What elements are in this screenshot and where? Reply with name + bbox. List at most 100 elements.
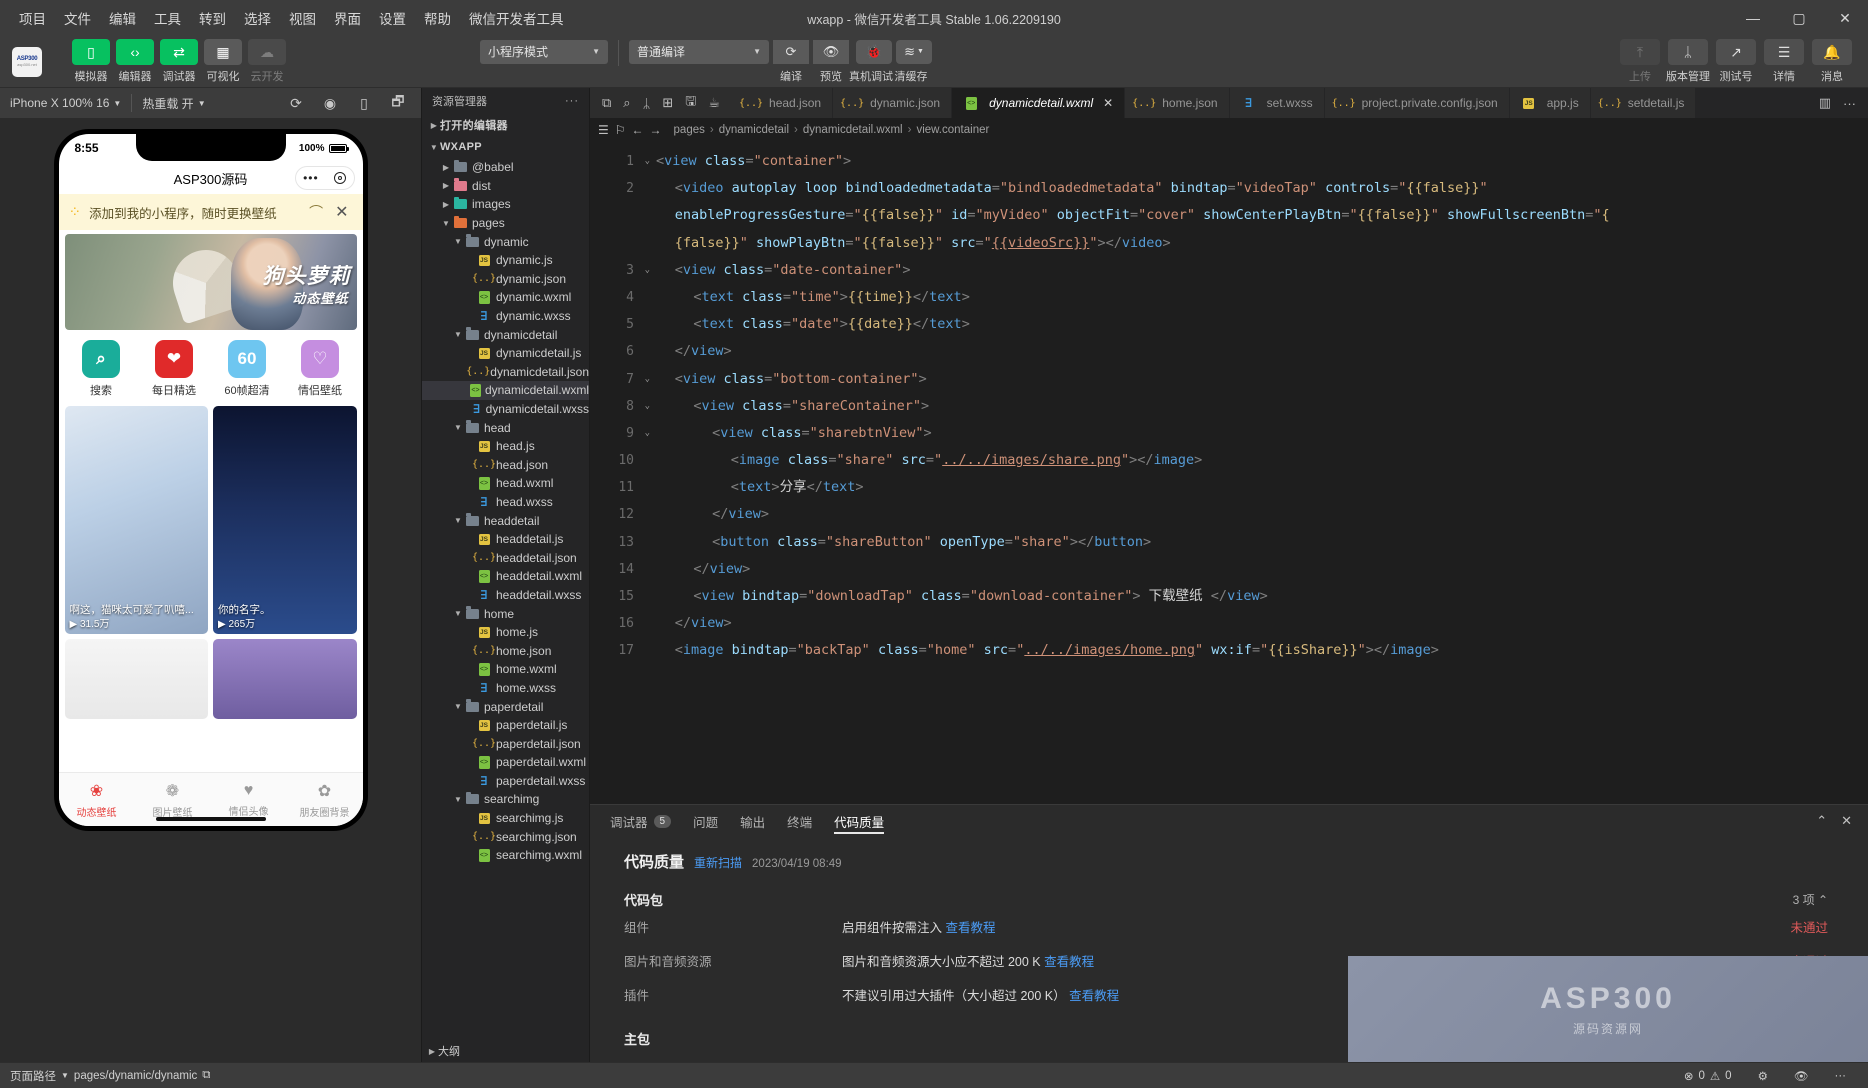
wallpaper-card[interactable]: [65, 639, 209, 719]
mode-云开发[interactable]: ☁云开发: [248, 39, 286, 84]
mode-可视化[interactable]: ▦可视化: [204, 39, 242, 84]
rescan-link[interactable]: 重新扫描: [694, 854, 742, 871]
tree-file[interactable]: {..}paperdetail.json: [422, 734, 589, 753]
quick-action-情侣壁纸[interactable]: ♡情侣壁纸: [292, 340, 348, 398]
close-icon[interactable]: ✕: [1841, 813, 1852, 829]
tree-file[interactable]: ∃paperdetail.wxss: [422, 772, 589, 791]
extensions-icon[interactable]: ⊞: [662, 95, 673, 111]
tree-file[interactable]: {..}dynamic.json: [422, 270, 589, 289]
breadcrumb-item[interactable]: view.container: [916, 124, 989, 136]
phone-tab-动态壁纸[interactable]: ❀动态壁纸: [59, 781, 135, 819]
phone-tab-朋友圈背景[interactable]: ✿朋友圈背景: [287, 781, 363, 819]
hero-banner[interactable]: 狗头萝莉 动态壁纸: [65, 234, 357, 330]
mode-模拟器[interactable]: ▯模拟器: [72, 39, 110, 84]
tutorial-link[interactable]: 查看教程: [945, 921, 995, 935]
section-count[interactable]: 3 项 ⌃: [1793, 891, 1868, 908]
tree-file[interactable]: {..}dynamicdetail.json: [422, 363, 589, 382]
tree-folder[interactable]: ▼pages: [422, 214, 589, 233]
menu-item-3[interactable]: 工具: [145, 4, 190, 32]
split-editor-icon[interactable]: ▥: [1819, 95, 1831, 111]
editor-tab-set.wxss[interactable]: ∃set.wxss: [1230, 88, 1325, 118]
tree-file[interactable]: <>head.wxml: [422, 474, 589, 493]
menu-item-5[interactable]: 选择: [235, 4, 280, 32]
tree-folder[interactable]: ▼headdetail: [422, 511, 589, 530]
panel-tab-代码质量[interactable]: 代码质量: [834, 805, 884, 837]
breadcrumb-item[interactable]: dynamicdetail: [719, 124, 789, 136]
tree-file[interactable]: {..}headdetail.json: [422, 548, 589, 567]
wallpaper-card[interactable]: 啊这，猫咪太可爱了叭嘻... ▶ 31.5万: [65, 406, 209, 634]
code-content[interactable]: <view class="container"><video autoplay …: [656, 142, 1868, 804]
chevron-down-icon[interactable]: ▼: [452, 237, 464, 246]
panel-tab-调试器[interactable]: 调试器5: [610, 805, 671, 837]
fold-icon[interactable]: ⌄: [645, 257, 650, 284]
right-action-详情[interactable]: ☰详情: [1764, 39, 1804, 84]
wallpaper-card[interactable]: 你的名字。 ▶ 265万: [213, 406, 357, 634]
tree-file[interactable]: JSsearchimg.js: [422, 809, 589, 828]
tree-file[interactable]: <>paperdetail.wxml: [422, 753, 589, 772]
phone-tab-图片壁纸[interactable]: ❁图片壁纸: [135, 781, 211, 819]
tree-file[interactable]: <>home.wxml: [422, 660, 589, 679]
collapse-icon[interactable]: ⌃: [1816, 813, 1827, 829]
close-target-icon[interactable]: [334, 172, 346, 184]
tree-folder[interactable]: ▶dist: [422, 177, 589, 196]
chevron-down-icon[interactable]: ▼: [452, 330, 464, 339]
chevron-down-icon[interactable]: ▼: [452, 795, 464, 804]
tree-folder[interactable]: ▼searchimg: [422, 790, 589, 809]
tree-folder[interactable]: ▶images: [422, 195, 589, 214]
hot-reload-select[interactable]: 热重载 开 ▼: [132, 95, 215, 112]
device-select[interactable]: iPhone X 100% 16 ▼: [0, 96, 131, 110]
settings-icon[interactable]: ⚙: [1748, 1069, 1778, 1083]
list-icon[interactable]: ☰: [598, 123, 609, 137]
chevron-down-icon[interactable]: ▼: [452, 702, 464, 711]
menu-item-10[interactable]: 微信开发者工具: [460, 4, 573, 32]
phone-outline-icon[interactable]: ▯: [347, 88, 381, 118]
chevron-down-icon[interactable]: ▼: [452, 423, 464, 432]
error-count[interactable]: ⊗ 0 ⚠ 0: [1674, 1069, 1742, 1083]
menu-item-9[interactable]: 帮助: [415, 4, 460, 32]
right-action-消息[interactable]: 🔔消息: [1812, 39, 1852, 84]
tree-file[interactable]: JShead.js: [422, 437, 589, 456]
editor-tab-home.json[interactable]: {..}home.json: [1125, 88, 1229, 118]
wallpaper-card[interactable]: [213, 639, 357, 719]
search-icon[interactable]: ⌕: [623, 95, 630, 111]
chevron-right-icon[interactable]: ▶: [440, 163, 452, 172]
compile-select[interactable]: 普通编译 ▼: [629, 40, 769, 64]
branch-icon[interactable]: ᛦ: [643, 96, 651, 111]
outline-section[interactable]: ▶ 大纲: [422, 1040, 589, 1062]
editor-tab-head.json[interactable]: {..}head.json: [732, 88, 833, 118]
tree-file[interactable]: ∃head.wxss: [422, 493, 589, 512]
menu-item-8[interactable]: 设置: [370, 4, 415, 32]
arrow-right-icon[interactable]: →: [650, 123, 662, 137]
tutorial-link[interactable]: 查看教程: [1069, 989, 1119, 1003]
tree-file[interactable]: <>dynamic.wxml: [422, 288, 589, 307]
code-editor[interactable]: ⌄12⌄3456⌄7⌄8⌄91011121314151617 <view cla…: [590, 142, 1868, 804]
phone-tab-情侣头像[interactable]: ♥情侣头像: [211, 782, 287, 818]
more-icon[interactable]: •••: [303, 171, 319, 185]
breadcrumb-item[interactable]: pages: [674, 124, 705, 136]
mode-select[interactable]: 小程序模式 ▼: [480, 40, 608, 64]
chevron-right-icon[interactable]: ▶: [440, 181, 452, 190]
rotate-icon[interactable]: ⟳: [279, 88, 313, 118]
close-button[interactable]: ✕: [1822, 0, 1868, 36]
panel-tab-问题[interactable]: 问题: [693, 805, 718, 837]
action-清缓存[interactable]: ≋▼清缓存: [893, 40, 929, 84]
tree-file[interactable]: JSdynamic.js: [422, 251, 589, 270]
tree-file[interactable]: {..}searchimg.json: [422, 827, 589, 846]
maximize-button[interactable]: ▢: [1776, 0, 1822, 36]
tree-file[interactable]: {..}home.json: [422, 641, 589, 660]
menu-item-6[interactable]: 视图: [280, 4, 325, 32]
tree-file[interactable]: JSheaddetail.js: [422, 530, 589, 549]
tree-file[interactable]: JShome.js: [422, 623, 589, 642]
tree-file[interactable]: ∃home.wxss: [422, 679, 589, 698]
action-真机调试[interactable]: 🐞真机调试: [853, 40, 889, 84]
tree-folder[interactable]: ▼home: [422, 604, 589, 623]
menu-item-7[interactable]: 界面: [325, 4, 370, 32]
tutorial-link[interactable]: 查看教程: [1044, 955, 1094, 969]
breadcrumb-item[interactable]: dynamicdetail.wxml: [803, 124, 903, 136]
arrow-left-icon[interactable]: ←: [632, 123, 644, 137]
fold-icon[interactable]: ⌄: [645, 366, 650, 393]
popout-icon[interactable]: 🗗: [381, 88, 415, 118]
tree-file[interactable]: <>headdetail.wxml: [422, 567, 589, 586]
tree-file[interactable]: ∃dynamic.wxss: [422, 307, 589, 326]
menu-item-0[interactable]: 项目: [10, 4, 55, 32]
